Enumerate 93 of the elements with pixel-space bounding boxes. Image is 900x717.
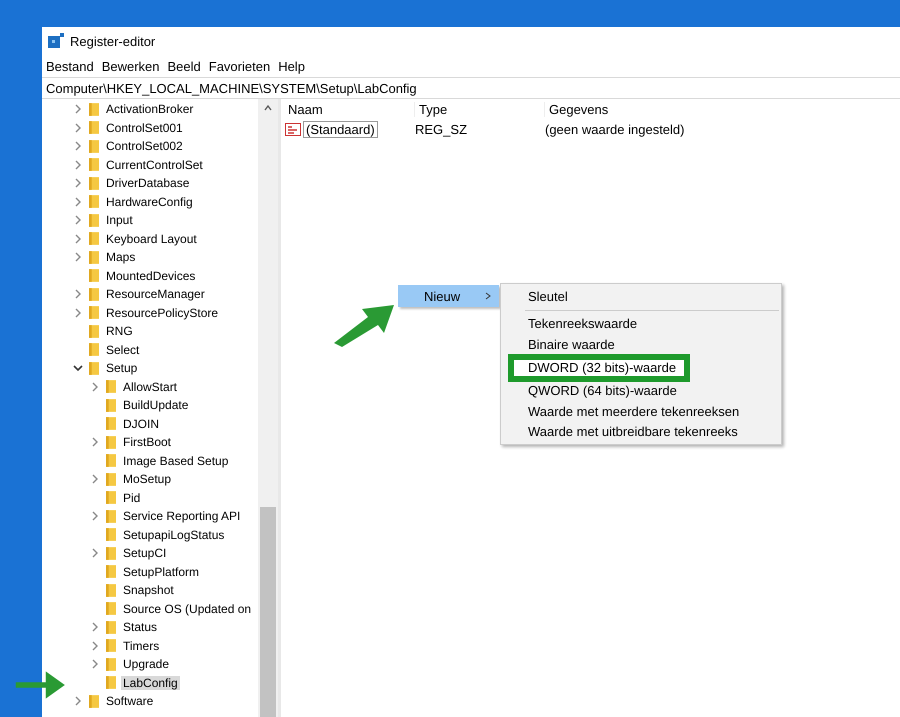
tree-item[interactable]: DriverDatabase bbox=[104, 176, 192, 190]
folder-icon bbox=[106, 676, 116, 690]
submenu-chevron-icon bbox=[485, 292, 491, 300]
folder-icon bbox=[106, 472, 116, 486]
value-type: REG_SZ bbox=[415, 122, 468, 136]
window-title: Register-editor bbox=[70, 34, 156, 48]
menu-item[interactable]: Help bbox=[277, 58, 306, 74]
arrow-drawing bbox=[334, 303, 396, 347]
column-header[interactable]: Gegevens bbox=[544, 102, 844, 116]
submenu-item[interactable]: Waarde met meerdere tekenreeksen bbox=[501, 401, 781, 422]
tree-item[interactable]: BuildUpdate bbox=[121, 398, 190, 412]
value-name[interactable]: (Standaard) bbox=[303, 120, 378, 138]
tree-item[interactable]: Upgrade bbox=[121, 657, 172, 672]
column-header[interactable]: Naam bbox=[284, 102, 414, 116]
tree-item[interactable]: ControlSet001 bbox=[104, 120, 185, 135]
folder-icon bbox=[106, 658, 116, 671]
tree-item[interactable]: SetupapiLogStatus bbox=[121, 528, 226, 542]
folder-icon bbox=[106, 565, 116, 578]
menu-item[interactable]: Bewerken bbox=[100, 58, 161, 74]
folder-icon bbox=[106, 454, 116, 468]
folder-icon bbox=[89, 250, 99, 264]
folder-icon bbox=[106, 602, 116, 616]
folder-icon bbox=[89, 102, 99, 116]
folder-icon bbox=[89, 176, 99, 190]
submenu-item[interactable]: Sleutel bbox=[501, 286, 781, 306]
tree-item[interactable]: ResourcePolicyStore bbox=[104, 306, 220, 320]
tree-item[interactable]: Pid bbox=[121, 490, 142, 505]
tree-item[interactable]: FirstBoot bbox=[121, 435, 174, 450]
folder-icon bbox=[89, 140, 99, 153]
tree-item[interactable]: Source OS (Updated on bbox=[121, 602, 254, 616]
folder-icon bbox=[106, 417, 116, 430]
folder-icon bbox=[106, 546, 116, 560]
tree-item[interactable]: Status bbox=[121, 620, 160, 634]
folder-icon bbox=[106, 584, 116, 597]
folder-icon bbox=[89, 214, 99, 227]
submenu-item[interactable]: Tekenreekswaarde bbox=[501, 314, 781, 334]
tree-item[interactable]: Input bbox=[104, 213, 135, 228]
submenu-item[interactable]: QWORD (64 bits)-waarde bbox=[501, 380, 781, 401]
tree-item[interactable]: RNG bbox=[104, 324, 135, 338]
tree-item[interactable]: AllowStart bbox=[121, 380, 180, 394]
submenu-item[interactable]: Waarde met uitbreidbare tekenreeks bbox=[501, 422, 781, 442]
tree-item[interactable]: SetupPlatform bbox=[121, 564, 202, 579]
column-header[interactable]: Type bbox=[414, 102, 544, 116]
context-menu-item[interactable]: Nieuw bbox=[398, 285, 499, 307]
folder-icon bbox=[89, 362, 99, 375]
tree-item[interactable]: MountedDevices bbox=[104, 268, 198, 283]
scrollbar-thumb[interactable] bbox=[260, 507, 276, 717]
folder-icon bbox=[106, 436, 116, 449]
tree-item[interactable]: Setup bbox=[104, 361, 140, 376]
tree-item[interactable]: Select bbox=[104, 342, 142, 357]
tree-item[interactable]: DJOIN bbox=[121, 416, 161, 431]
folder-icon bbox=[106, 491, 116, 504]
submenu-item[interactable]: DWORD (32 bits)-waarde bbox=[513, 358, 685, 376]
tree-item[interactable]: Snapshot bbox=[121, 583, 176, 598]
submenu-item[interactable]: Binaire waarde bbox=[501, 334, 781, 354]
tree-item[interactable]: ControlSet002 bbox=[104, 139, 185, 154]
folder-icon bbox=[89, 343, 99, 356]
tree-item[interactable]: HardwareConfig bbox=[104, 194, 195, 209]
menu-item[interactable]: Favorieten bbox=[208, 58, 272, 74]
tree-item[interactable]: MoSetup bbox=[121, 472, 174, 486]
tree-item[interactable]: LabConfig bbox=[121, 676, 180, 690]
folder-icon bbox=[106, 510, 116, 523]
folder-icon bbox=[106, 380, 116, 394]
registry-cubes-icon bbox=[48, 33, 64, 49]
tree-item[interactable]: Maps bbox=[104, 250, 138, 264]
address-bar[interactable]: Computer\HKEY_LOCAL_MACHINE\SYSTEM\Setup\LabConfig bbox=[46, 80, 417, 96]
menu-item[interactable]: Beeld bbox=[166, 58, 202, 74]
folder-icon bbox=[89, 232, 99, 246]
tree-item[interactable]: ResourceManager bbox=[104, 287, 207, 302]
scroll-up-icon[interactable] bbox=[263, 103, 273, 113]
tree-item[interactable]: CurrentControlSet bbox=[104, 158, 205, 172]
folder-icon bbox=[106, 620, 116, 634]
folder-icon bbox=[106, 398, 116, 412]
folder-icon bbox=[89, 269, 99, 282]
tree-item[interactable]: ActivationBroker bbox=[104, 102, 196, 116]
menu-item[interactable]: Bestand bbox=[45, 58, 95, 74]
folder-icon bbox=[106, 528, 116, 542]
tree-item[interactable]: Software bbox=[104, 694, 156, 708]
folder-icon bbox=[89, 306, 99, 320]
tree-item[interactable]: Keyboard Layout bbox=[104, 232, 199, 246]
folder-icon bbox=[89, 121, 99, 134]
tree-item[interactable]: Image Based Setup bbox=[121, 454, 230, 468]
folder-icon bbox=[89, 288, 99, 301]
string-value-icon bbox=[285, 122, 302, 136]
folder-icon bbox=[89, 324, 99, 338]
value-data: (geen waarde ingesteld) bbox=[545, 122, 686, 136]
tree-item[interactable]: Service Reporting API bbox=[121, 509, 242, 524]
tree-item[interactable]: Timers bbox=[121, 638, 162, 653]
folder-icon bbox=[89, 694, 99, 708]
folder-icon bbox=[89, 158, 99, 172]
folder-icon bbox=[106, 639, 116, 652]
folder-icon bbox=[89, 195, 99, 208]
tree-item[interactable]: SetupCI bbox=[121, 546, 168, 560]
